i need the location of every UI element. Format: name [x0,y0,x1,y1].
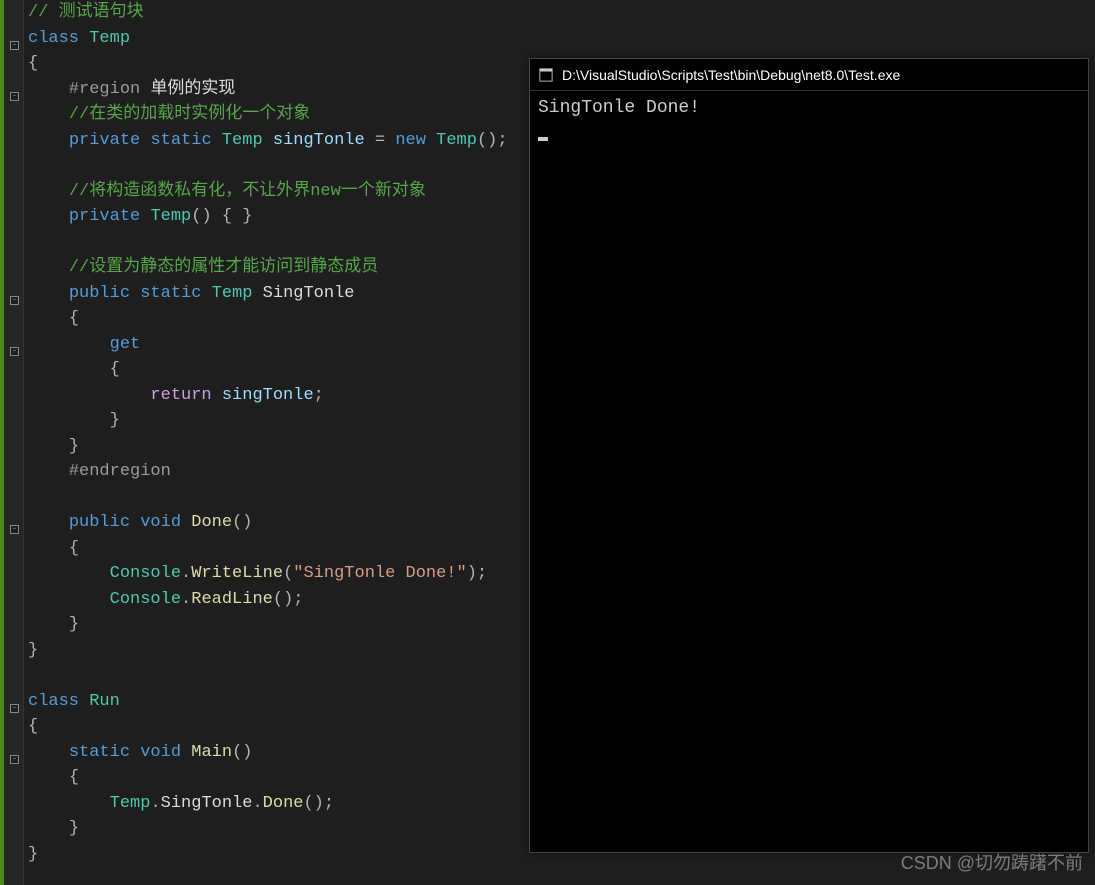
keyword: void [140,743,181,762]
change-marker [0,0,4,885]
brace: { [69,309,79,328]
brace: } [69,615,79,634]
parens: () [232,513,252,532]
semicolon: ; [477,564,487,583]
keyword: static [140,284,201,303]
semicolon: ; [324,794,334,813]
brace: { [110,360,120,379]
keyword: static [150,131,211,150]
comment: //将构造函数私有化，不让外界new一个新对象 [69,182,426,201]
semicolon: ; [293,590,303,609]
method: Main [191,743,232,762]
output-line: SingTonle Done! [538,97,1080,119]
keyword: private [69,131,140,150]
brace: } [110,411,120,430]
method: ReadLine [191,590,273,609]
parens: () [191,207,211,226]
paren: ( [283,564,293,583]
op: = [375,131,385,150]
fold-toggle[interactable]: - [10,41,19,50]
field: singTonle [222,386,314,405]
property: SingTonle [263,284,355,303]
type-name: Temp [89,29,130,48]
fold-toggle[interactable]: - [10,755,19,764]
console-cursor [538,137,548,141]
endregion: #endregion [69,462,171,481]
keyword-get: get [110,335,141,354]
keyword: public [69,284,130,303]
type-name: Temp [212,284,253,303]
brace: } [28,845,38,864]
type-name: Temp [222,131,263,150]
semicolon: ; [314,386,324,405]
fold-toggle[interactable]: - [10,704,19,713]
console-window[interactable]: D:\VisualStudio\Scripts\Test\bin\Debug\n… [529,58,1089,853]
parens: () [273,590,293,609]
brace: } [28,641,38,660]
brace: { [69,539,79,558]
field: singTonle [273,131,365,150]
keyword-class: class [28,692,79,711]
comment: // 测试语句块 [28,3,144,22]
string: "SingTonle Done!" [293,564,466,583]
console-output: SingTonle Done! [530,91,1088,147]
dot: . [181,564,191,583]
method: WriteLine [191,564,283,583]
comment: //设置为静态的属性才能访问到静态成员 [69,258,378,277]
semicolon: ; [497,131,507,150]
type-name: Console [110,564,181,583]
property: SingTonle [161,794,253,813]
editor-gutter: - - - - - - - [0,0,24,885]
method: Done [263,794,304,813]
brace: } [69,437,79,456]
keyword: public [69,513,130,532]
console-title: D:\VisualStudio\Scripts\Test\bin\Debug\n… [562,67,900,83]
keyword: private [69,207,140,226]
console-icon [538,67,554,83]
type-name: Temp [436,131,477,150]
dot: . [181,590,191,609]
brace: { [69,768,79,787]
keyword-class: class [28,29,79,48]
dot: . [150,794,160,813]
brace: { [28,54,38,73]
watermark: CSDN @切勿踌躇不前 [901,849,1083,875]
keyword: void [140,513,181,532]
parens: () [232,743,252,762]
paren: ) [467,564,477,583]
dot: . [252,794,262,813]
brace: } [69,819,79,838]
type-name: Run [89,692,120,711]
comment: //在类的加载时实例化一个对象 [69,105,310,124]
ctor: Temp [150,207,191,226]
fold-toggle[interactable]: - [10,296,19,305]
keyword-return: return [150,386,211,405]
fold-toggle[interactable]: - [10,92,19,101]
fold-toggle[interactable]: - [10,525,19,534]
method: Done [191,513,232,532]
parens: () [477,131,497,150]
fold-toggle[interactable]: - [10,347,19,356]
region-label: 单例的实现 [150,80,235,99]
type-name: Console [110,590,181,609]
region: #region [69,80,140,99]
console-titlebar[interactable]: D:\VisualStudio\Scripts\Test\bin\Debug\n… [530,59,1088,91]
brace: { [28,717,38,736]
parens: () [303,794,323,813]
keyword: static [69,743,130,762]
type-name: Temp [110,794,151,813]
keyword: new [395,131,426,150]
